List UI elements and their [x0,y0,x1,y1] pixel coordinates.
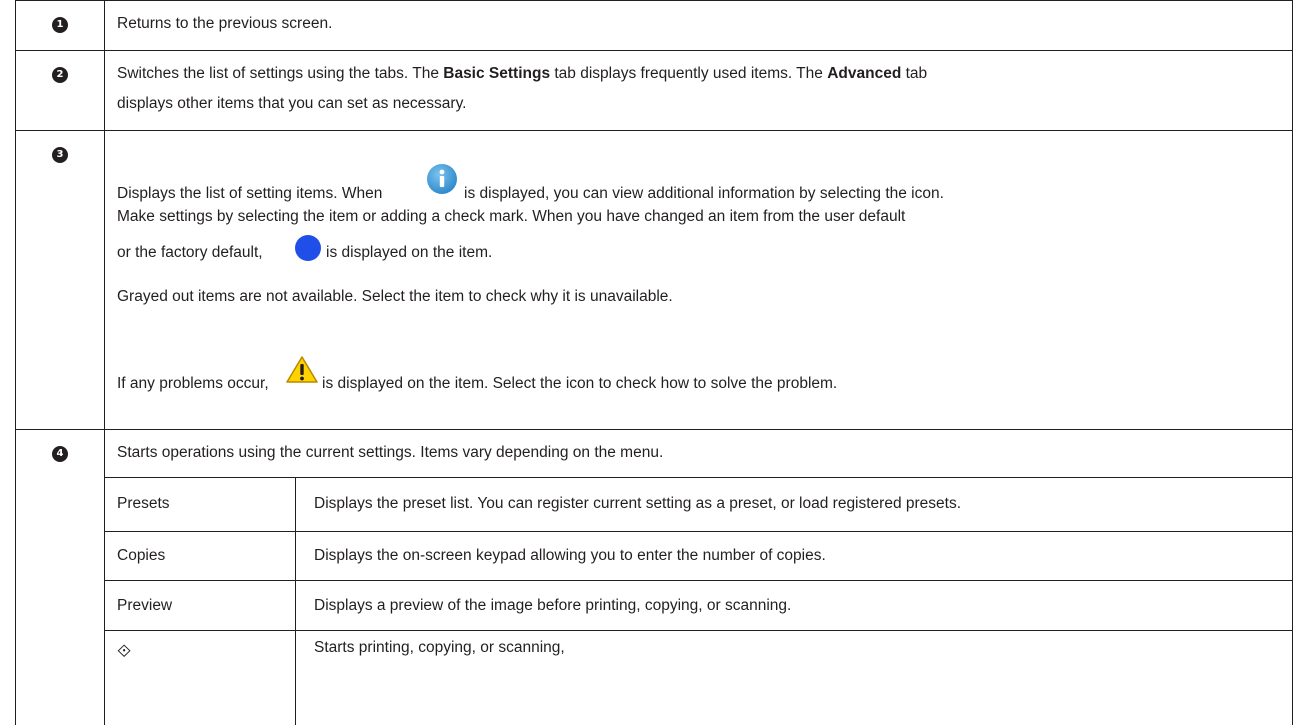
subtable-divider [104,531,1293,532]
row-description-line: Make settings by selecting the item or a… [117,208,906,225]
basic-settings-term: Basic Settings [443,65,551,82]
subtable-divider [104,580,1293,581]
settings-description-table: 1 Returns to the previous screen. 2 Swit… [0,0,1293,725]
table-col-divider [104,0,105,725]
sub-item-label-copies: Copies [117,547,166,564]
subtable-col-divider [295,477,296,725]
sub-item-desc: Displays the on-screen keypad allowing y… [314,547,826,564]
row-description-line: Switches the list of settings using the … [117,63,927,85]
row-description-line: is displayed on the item. [326,244,493,261]
sub-item-desc: Starts printing, copying, or scanning, [314,639,565,656]
start-diamond-icon: ⟐ [117,641,132,662]
text-segment: Switches the list of settings using the … [117,65,444,82]
row-description: Starts operations using the current sett… [117,444,664,461]
advanced-term: Advanced [827,65,902,82]
row-description: Returns to the previous screen. [117,15,333,32]
blue-dot-icon [295,235,321,261]
subtable-divider [104,477,1293,478]
row-description-line: If any problems occur, [117,375,269,392]
sub-item-label-presets: Presets [117,495,170,512]
text-segment: tab [901,65,928,82]
sub-item-label-preview: Preview [117,597,173,614]
row-description-line: is displayed, you can view additional in… [464,185,944,202]
row-divider [15,50,1293,51]
row-number-badge: 3 [52,147,68,163]
text-segment: tab displays frequently used items. The [550,65,828,82]
table-left-border [15,0,16,725]
info-icon [427,164,457,194]
row-number-badge: 4 [52,446,68,462]
row-description-line: or the factory default, [117,244,263,261]
subtable-divider [104,630,1293,631]
row-description-line: Displays the list of setting items. When [117,183,382,205]
row-description-line: displays other items that you can set as… [117,95,467,112]
row-description-line: Grayed out items are not available. Sele… [117,288,673,305]
row-description-line: is displayed on the item. Select the ico… [322,375,838,392]
row-divider [15,130,1293,131]
table-top-border [15,0,1293,1]
row-divider [15,429,1293,430]
warning-icon [286,356,318,383]
row-number-badge: 1 [52,17,68,33]
row-number-badge: 2 [52,67,68,83]
text-segment: Displays the list of setting items. When [117,185,383,202]
sub-item-desc: Displays a preview of the image before p… [314,597,792,614]
sub-item-desc: Displays the preset list. You can regist… [314,495,962,512]
